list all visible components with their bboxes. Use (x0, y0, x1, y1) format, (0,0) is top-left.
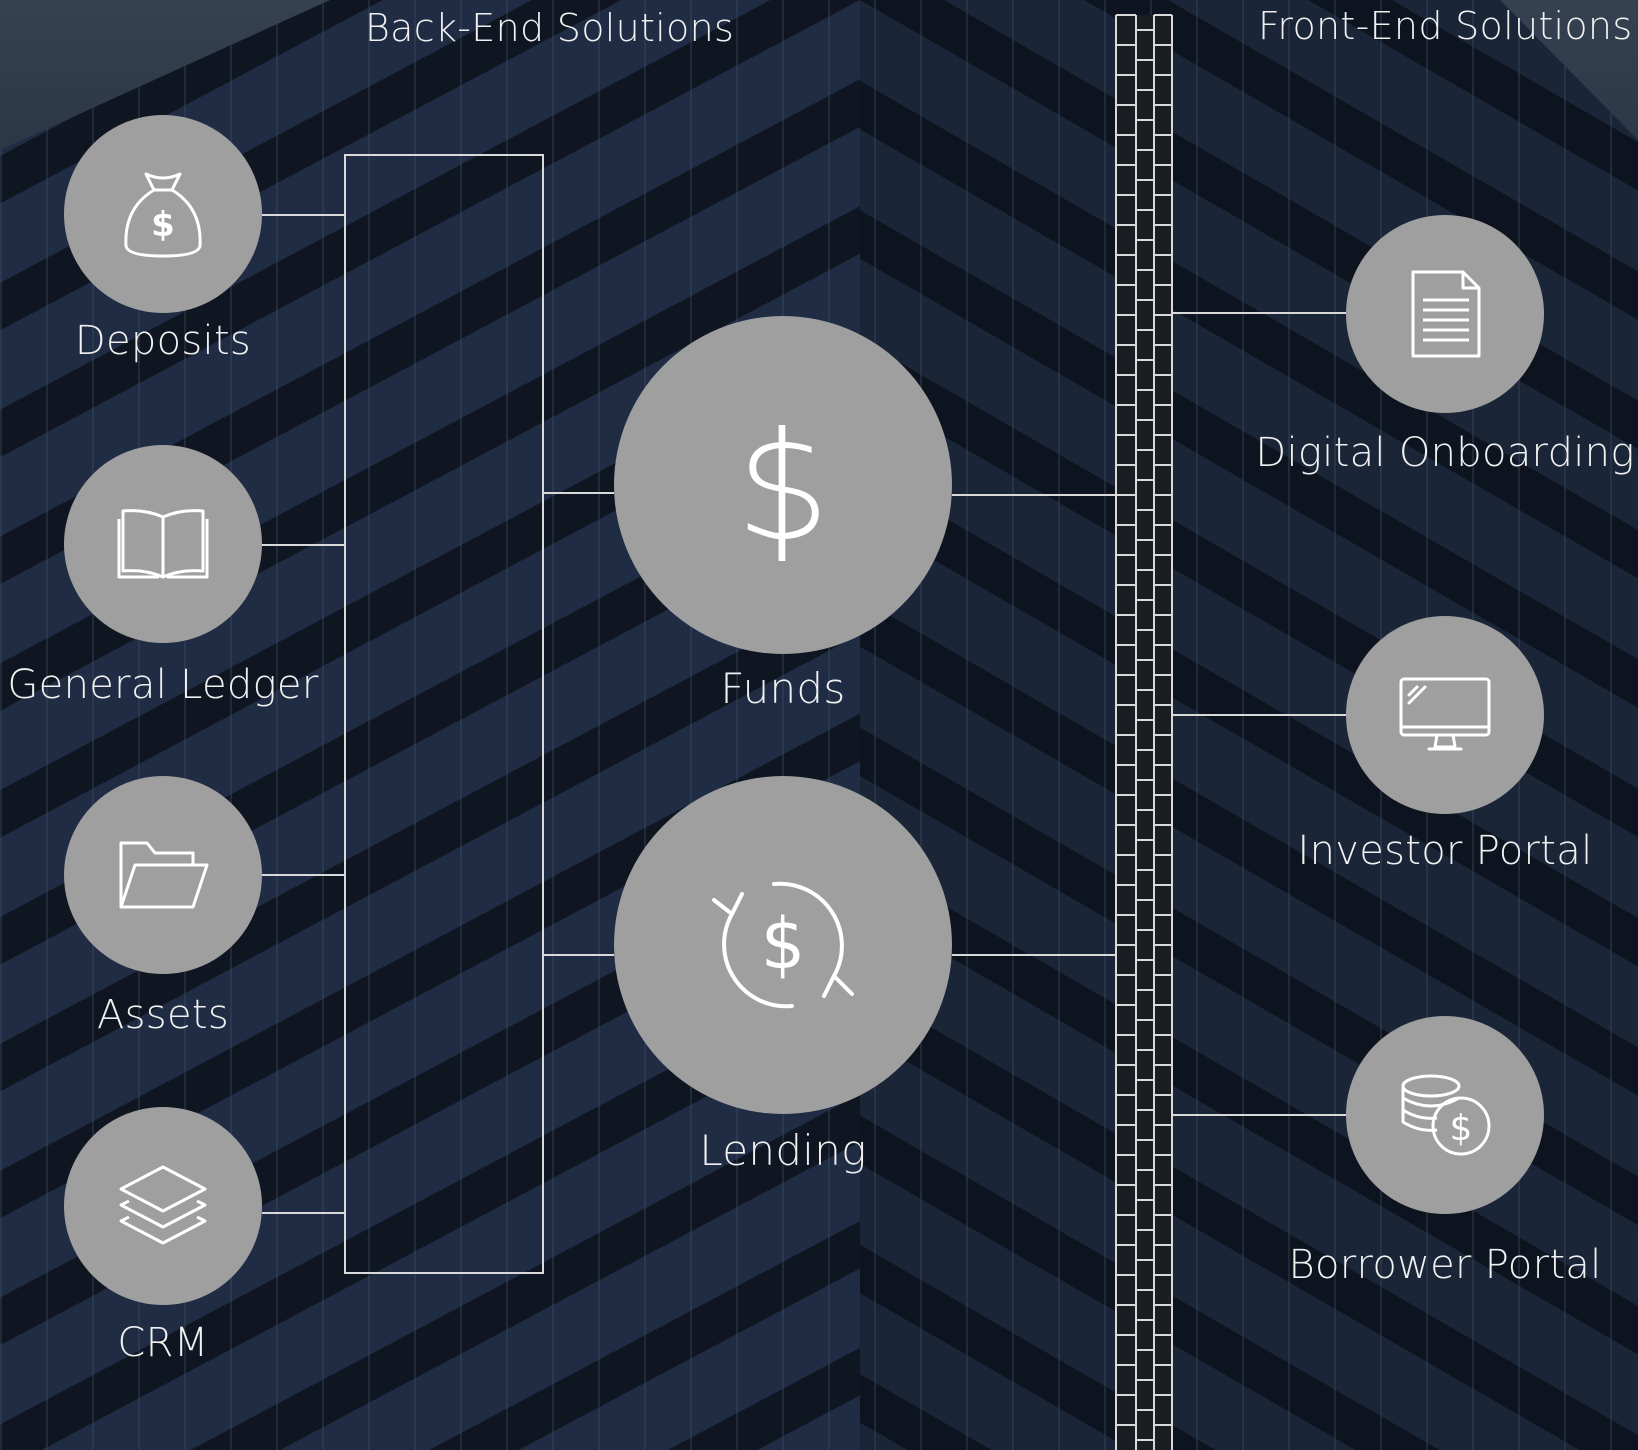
digital-onboarding-node[interactable] (1346, 215, 1544, 413)
borrower-portal-node[interactable]: $ (1346, 1016, 1544, 1214)
layers-icon (119, 1165, 207, 1245)
integration-bus (1115, 14, 1173, 1450)
investor-portal-node[interactable] (1346, 616, 1544, 814)
digital-onboarding-label: Digital Onboarding (1255, 430, 1635, 476)
assets-node[interactable] (64, 776, 262, 974)
borrower-portal-label: Borrower Portal (1288, 1242, 1602, 1288)
document-icon (1411, 270, 1481, 358)
funds-node[interactable]: $ (614, 316, 952, 654)
crm-label: CRM (117, 1320, 209, 1366)
front-end-heading: Front-End Solutions (1258, 4, 1633, 48)
monitor-icon (1399, 677, 1491, 751)
crm-node[interactable] (64, 1107, 262, 1305)
general-ledger-node[interactable] (64, 445, 262, 643)
svg-text:$: $ (735, 405, 830, 565)
deposits-label: Deposits (74, 318, 252, 364)
folder-icon (119, 841, 209, 909)
circular-dollar-icon: $ (712, 881, 854, 1009)
deposits-node[interactable]: $ (64, 115, 262, 313)
svg-text:$: $ (151, 205, 175, 245)
lending-label: Lending (699, 1126, 867, 1175)
investor-portal-label: Investor Portal (1297, 828, 1593, 874)
general-ledger-label: General Ledger (7, 662, 319, 708)
bus-background (1116, 15, 1172, 1450)
money-bag-icon: $ (124, 172, 202, 258)
lending-node[interactable]: $ (614, 776, 952, 1114)
funds-label: Funds (720, 664, 846, 713)
coins-icon: $ (1401, 1074, 1491, 1156)
svg-text:$: $ (761, 903, 806, 985)
back-end-heading: Back-End Solutions (365, 6, 735, 50)
dollar-icon: $ (735, 405, 830, 565)
open-book-icon (117, 509, 209, 579)
architecture-diagram: Back-End Solutions Front-End Solutions $… (0, 0, 1638, 1450)
svg-text:$: $ (1450, 1108, 1473, 1149)
assets-label: Assets (97, 992, 229, 1038)
